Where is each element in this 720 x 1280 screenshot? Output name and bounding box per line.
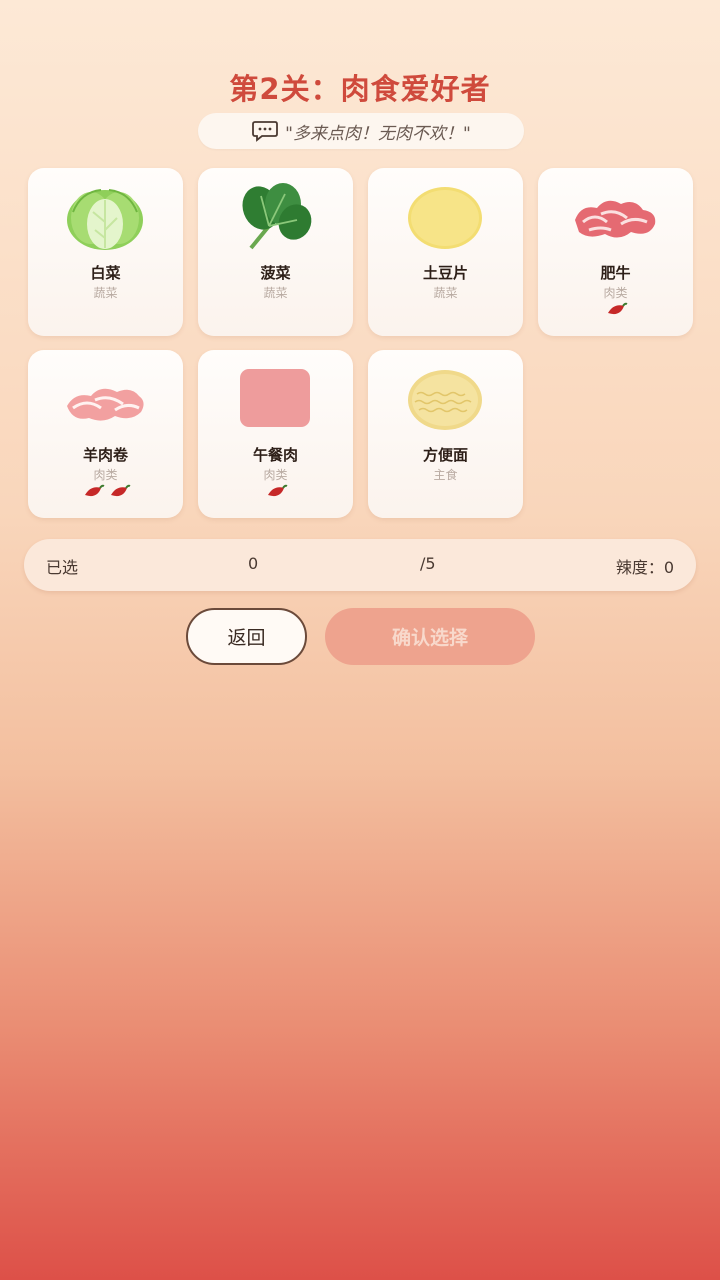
ingredient-category: 蔬菜	[93, 286, 118, 300]
beef-slices-icon	[575, 200, 656, 238]
spinach-icon	[242, 183, 312, 250]
ingredient-card-potato-slice[interactable]: 土豆片 蔬菜	[368, 168, 523, 336]
luncheon-meat-icon	[240, 369, 310, 427]
chat-bubble-icon	[252, 121, 279, 142]
chili-pepper-icon	[84, 484, 104, 497]
ingredient-card-lamb-roll[interactable]: 羊肉卷 肉类	[28, 350, 183, 518]
confirm-selection-button[interactable]: 确认选择	[325, 608, 535, 665]
back-button[interactable]: 返回	[186, 608, 307, 665]
selected-label: 已选	[46, 558, 79, 577]
potato-slice-icon	[408, 187, 482, 249]
spice-level	[28, 483, 183, 501]
ingredient-name: 土豆片	[422, 264, 468, 282]
ingredient-name: 菠菜	[260, 264, 291, 282]
ingredient-category: 肉类	[603, 286, 628, 300]
chili-pepper-icon	[607, 302, 627, 315]
ingredient-card-beef[interactable]: 肥牛 肉类	[538, 168, 693, 336]
selected-max: /5	[420, 554, 436, 573]
chili-pepper-icon	[110, 484, 130, 497]
spice-total: 辣度：0	[615, 558, 674, 577]
ingredient-name: 午餐肉	[252, 446, 298, 464]
selection-status-bar: 已选 0 /5 辣度：0	[24, 539, 696, 591]
ingredient-name: 白菜	[90, 264, 121, 282]
selected-count: 0	[248, 554, 259, 573]
ingredient-category: 蔬菜	[263, 286, 288, 300]
level-title: 第2关：肉食爱好者	[229, 72, 491, 106]
ingredient-card-luncheon-meat[interactable]: 午餐肉 肉类	[198, 350, 353, 518]
customer-quote: "多来点肉！无肉不欢！"	[198, 113, 524, 149]
instant-noodles-icon	[408, 370, 482, 430]
spice-level	[538, 301, 693, 319]
quote-text: "多来点肉！无肉不欢！"	[285, 123, 471, 144]
ingredient-card-instant-noodles[interactable]: 方便面 主食	[368, 350, 523, 518]
ingredient-name: 方便面	[422, 446, 468, 464]
cabbage-icon	[67, 189, 143, 250]
ingredient-category: 肉类	[263, 468, 288, 482]
ingredient-card-spinach[interactable]: 菠菜 蔬菜	[198, 168, 353, 336]
chili-pepper-icon	[267, 484, 287, 497]
ingredient-grid: 白菜 蔬菜 菠菜 蔬菜 土豆片 蔬菜 肥牛 肉类 羊肉卷 肉类 午餐肉 肉类 方…	[28, 168, 693, 518]
ingredient-category: 主食	[433, 468, 458, 482]
ingredient-category: 肉类	[93, 468, 118, 482]
ingredient-category: 蔬菜	[433, 286, 458, 300]
ingredient-name: 肥牛	[600, 264, 631, 282]
spice-level	[198, 483, 353, 501]
ingredient-name: 羊肉卷	[82, 446, 128, 464]
lamb-roll-icon	[67, 388, 144, 421]
ingredient-card-cabbage[interactable]: 白菜 蔬菜	[28, 168, 183, 336]
